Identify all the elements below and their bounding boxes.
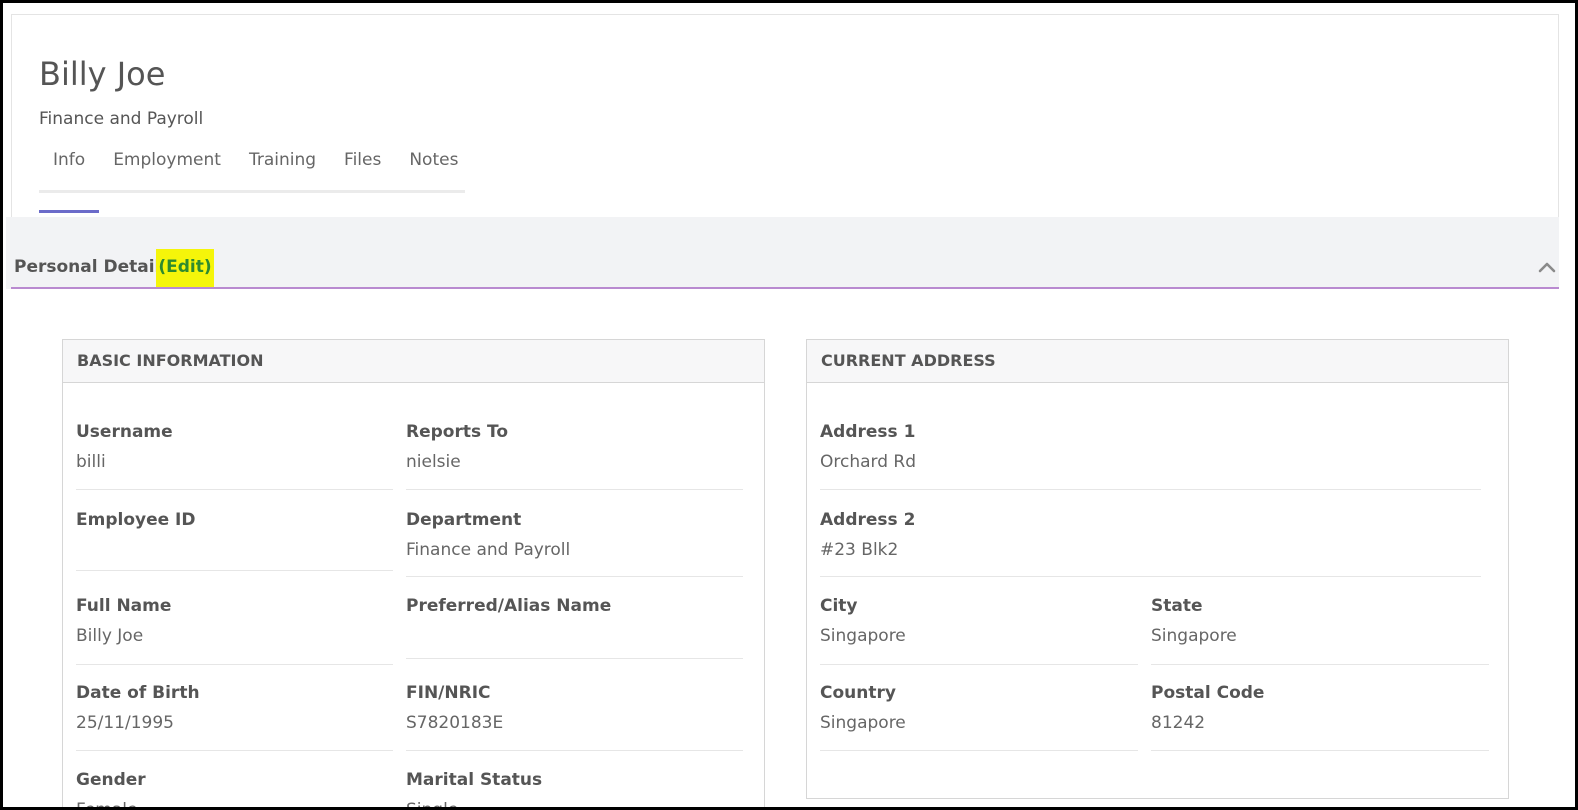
- field-username: Username billi: [76, 422, 393, 490]
- field-country: Country Singapore: [820, 683, 1138, 751]
- field-label: Username: [76, 422, 173, 442]
- field-date-of-birth: Date of Birth 25/11/1995: [76, 683, 393, 751]
- field-value: nielsie: [406, 452, 461, 472]
- field-value: Finance and Payroll: [406, 540, 571, 560]
- field-marital-status: Marital Status Single: [406, 770, 743, 810]
- field-label: Reports To: [406, 422, 509, 442]
- field-value: #23 Blk2: [820, 540, 899, 560]
- field-value: 25/11/1995: [76, 713, 174, 733]
- tab-files[interactable]: Files: [330, 146, 395, 190]
- field-label: City: [820, 596, 858, 616]
- basic-information-heading: BASIC INFORMATION: [63, 340, 764, 383]
- field-label: Full Name: [76, 596, 172, 616]
- field-label: Marital Status: [406, 770, 543, 790]
- field-value: Singapore: [820, 713, 906, 733]
- field-label: Country: [820, 683, 896, 703]
- current-address-heading: CURRENT ADDRESS: [807, 340, 1508, 383]
- field-value: 81242: [1151, 713, 1206, 733]
- field-label: State: [1151, 596, 1203, 616]
- field-postal-code: Postal Code 81242: [1151, 683, 1489, 751]
- field-reports-to: Reports To nielsie: [406, 422, 743, 490]
- field-label: Employee ID: [76, 510, 196, 530]
- chevron-up-icon[interactable]: [1537, 257, 1557, 277]
- tab-info[interactable]: Info: [39, 146, 100, 213]
- field-value: Singapore: [820, 626, 906, 646]
- field-label: Address 2: [820, 510, 916, 530]
- field-value: Orchard Rd: [820, 452, 917, 472]
- field-label: Preferred/Alias Name: [406, 596, 612, 616]
- employee-header: Billy Joe Finance and Payroll Info Emplo…: [11, 14, 1559, 218]
- edit-link[interactable]: (Edit): [156, 249, 214, 287]
- field-label: Date of Birth: [76, 683, 200, 703]
- personal-details-header: Personal Details (Edit): [11, 249, 1559, 289]
- field-label: Postal Code: [1151, 683, 1265, 703]
- field-gender: Gender Female: [76, 770, 393, 810]
- field-employee-id: Employee ID: [76, 510, 393, 571]
- field-address-2: Address 2 #23 Blk2: [820, 510, 1481, 577]
- field-full-name: Full Name Billy Joe: [76, 596, 393, 665]
- field-fin-nric: FIN/NRIC S7820183E: [406, 683, 743, 751]
- field-label: Gender: [76, 770, 146, 790]
- current-address-panel: CURRENT ADDRESS Address 1 Orchard Rd Add…: [806, 339, 1509, 799]
- field-city: City Singapore: [820, 596, 1138, 665]
- employee-name: Billy Joe: [39, 55, 166, 93]
- field-department: Department Finance and Payroll: [406, 510, 743, 577]
- profile-tabs: Info Employment Training Files Notes: [39, 146, 465, 213]
- field-label: Department: [406, 510, 522, 530]
- field-value: Female: [76, 800, 138, 810]
- field-state: State Singapore: [1151, 596, 1489, 665]
- section-title: Personal Details: [14, 257, 171, 277]
- field-value: billi: [76, 452, 106, 472]
- employee-department: Finance and Payroll: [39, 109, 204, 129]
- field-label: FIN/NRIC: [406, 683, 491, 703]
- field-preferred-alias-name: Preferred/Alias Name: [406, 596, 743, 659]
- field-value: S7820183E: [406, 713, 504, 733]
- field-address-1: Address 1 Orchard Rd: [820, 422, 1481, 490]
- field-value: Singapore: [1151, 626, 1237, 646]
- field-label: Address 1: [820, 422, 916, 442]
- tab-notes[interactable]: Notes: [395, 146, 472, 190]
- field-value: Single: [406, 800, 459, 810]
- basic-information-panel: BASIC INFORMATION Username billi Reports…: [62, 339, 765, 810]
- field-value: Billy Joe: [76, 626, 144, 646]
- tab-training[interactable]: Training: [235, 146, 330, 190]
- tab-employment[interactable]: Employment: [99, 146, 235, 190]
- app-frame: Billy Joe Finance and Payroll Info Emplo…: [0, 0, 1578, 810]
